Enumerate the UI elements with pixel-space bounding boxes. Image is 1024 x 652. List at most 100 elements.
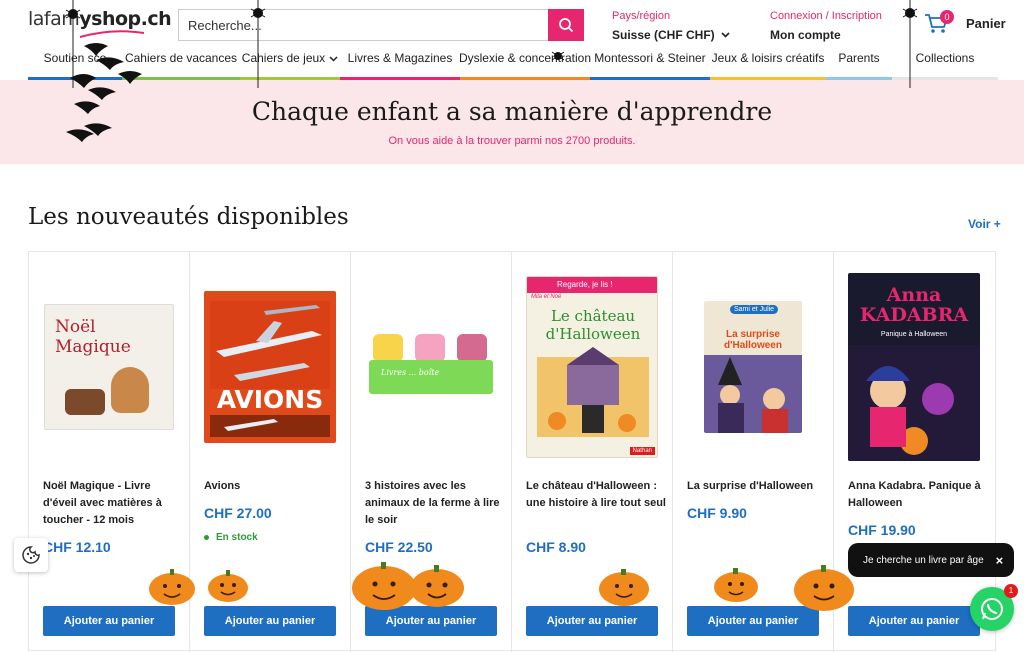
section-title: Les nouveautés disponibles [28, 204, 349, 230]
product-price: CHF 9.90 [687, 505, 747, 521]
gingerbread-shape [111, 367, 149, 413]
nav-label: Dyslexie & concentration [458, 51, 592, 65]
stock-status: En stock [204, 532, 258, 543]
cow-shape [457, 334, 487, 362]
nav-item-soutien[interactable]: Soutien sco [28, 48, 122, 80]
product-image[interactable]: Noël Magique [43, 272, 175, 462]
nav-item-cahiers-vacances[interactable]: Cahiers de vacances [122, 48, 240, 80]
stock-label: En stock [216, 532, 258, 543]
product-price: CHF 27.00 [204, 505, 272, 521]
add-to-cart-button[interactable]: Ajouter au panier [848, 606, 980, 636]
book-cover: Noël Magique [44, 304, 174, 430]
country-label: Pays/région [612, 10, 671, 22]
cookie-settings-button[interactable] [14, 538, 48, 572]
airplanes-illustration [210, 301, 330, 437]
login-link[interactable]: Connexion / Inscription [770, 10, 882, 22]
whatsapp-badge: 1 [1004, 584, 1018, 598]
header: lafamyshop.ch Pays/région Suisse (CHF CH… [0, 0, 1024, 80]
product-title[interactable]: La surprise d'Halloween [687, 478, 827, 495]
cover-top-band: Regarde, je lis ! [527, 277, 657, 293]
nav-item-cahiers-jeux[interactable]: Cahiers de jeux [240, 48, 340, 80]
book-cover: Sami et Julie La surprise d'Halloween [704, 301, 802, 433]
product-title[interactable]: Avions [204, 478, 344, 495]
anna-kadabra-illustration [848, 345, 980, 461]
nav-label: Cahiers de vacances [124, 51, 238, 65]
add-to-cart-button[interactable]: Ajouter au panier [204, 606, 336, 636]
product-image[interactable]: Sami et Julie La surprise d'Halloween [687, 272, 819, 462]
product-title[interactable]: 3 histoires avec les animaux de la ferme… [365, 478, 505, 529]
add-to-cart-button[interactable]: Ajouter au panier [43, 606, 175, 636]
add-to-cart-button[interactable]: Ajouter au panier [526, 606, 658, 636]
add-to-cart-button[interactable]: Ajouter au panier [687, 606, 819, 636]
product-card[interactable]: Anna KADABRA Panique à Halloween Anna Ka… [834, 252, 995, 652]
product-price: CHF 12.10 [43, 539, 111, 555]
witch-illustration [704, 355, 802, 433]
search-input[interactable] [179, 10, 549, 40]
chevron-down-icon [329, 56, 338, 62]
pig-shape [415, 334, 445, 362]
chick-shape [373, 334, 403, 362]
see-more-link[interactable]: Voir + [968, 217, 1001, 231]
cover-title: Anna KADABRA [859, 284, 969, 326]
nav-item-jeux[interactable]: Jeux & loisirs créatifs [710, 48, 826, 80]
logo-swoosh-icon [79, 30, 145, 38]
cover-subtitle: Panique à Halloween [880, 331, 948, 338]
product-card[interactable]: Livres ... boîte 3 histoires avec les an… [351, 252, 512, 652]
book-cover: Regarde, je lis ! Mila et Noé Le château… [526, 276, 658, 458]
gift-shape [65, 389, 105, 415]
nav-item-parents[interactable]: Parents [826, 48, 892, 80]
cover-title: La surprise d'Halloween [724, 329, 782, 351]
cover-title: Livres ... boîte [381, 368, 440, 377]
product-title[interactable]: Noël Magique - Livre d'éveil avec matièr… [43, 478, 183, 529]
add-to-cart-button[interactable]: Ajouter au panier [365, 606, 497, 636]
product-card[interactable]: Noël Magique Noël Magique - Livre d'évei… [29, 252, 190, 652]
chat-prompt-text: Je cherche un livre par âge [863, 554, 984, 566]
nav-label: Montessori & Steiner [594, 51, 706, 65]
box-shape [369, 360, 493, 394]
cover-title: AVIONS [216, 385, 324, 414]
cover-brand: Mila et Noé [531, 294, 562, 300]
cart-button[interactable]: 0 Panier [924, 10, 1006, 34]
account-value: Mon compte [770, 28, 841, 42]
cart-count-badge: 0 [940, 10, 954, 24]
nav-item-montessori[interactable]: Montessori & Steiner [590, 48, 710, 80]
close-icon[interactable]: × [996, 553, 1004, 568]
product-image[interactable]: Anna KADABRA Panique à Halloween [848, 272, 980, 462]
site-logo[interactable]: lafamyshop.ch [28, 8, 172, 30]
country-value: Suisse (CHF CHF) [612, 28, 715, 42]
nav-label: Cahiers de jeux [241, 51, 326, 65]
product-image[interactable]: Regarde, je lis ! Mila et Noé Le château… [526, 272, 658, 462]
nav-item-dyslexie[interactable]: Dyslexie & concentration [458, 48, 592, 80]
castle-illustration [537, 347, 649, 437]
nav-item-collections[interactable]: Collections [892, 48, 998, 80]
product-title[interactable]: Le château d'Halloween : une histoire à … [526, 478, 666, 512]
nav-label: Livres & Magazines [347, 51, 453, 65]
hero-title: Chaque enfant a sa manière d'apprendre [251, 97, 773, 126]
account-link[interactable]: Connexion / Inscription Mon compte [770, 10, 882, 42]
hero-banner: Chaque enfant a sa manière d'apprendre O… [0, 80, 1024, 164]
nav-item-livres[interactable]: Livres & Magazines [340, 48, 460, 80]
product-grid: Noël Magique Noël Magique - Livre d'évei… [28, 251, 996, 652]
search-button[interactable] [548, 9, 584, 41]
country-selector[interactable]: Pays/région Suisse (CHF CHF) [612, 10, 730, 42]
product-price: CHF 22.50 [365, 539, 433, 555]
book-cover: Anna KADABRA Panique à Halloween [848, 273, 980, 461]
product-image[interactable]: AVIONS [204, 272, 336, 462]
product-image[interactable]: Livres ... boîte [365, 272, 497, 462]
product-title[interactable]: Anna Kadabra. Panique à Halloween [848, 478, 988, 512]
cover-brand: Sami et Julie [730, 305, 779, 314]
nav-label: Jeux & loisirs créatifs [711, 51, 825, 65]
product-card[interactable]: AVIONS Avions CHF 27.00 En stock Ajouter… [190, 252, 351, 652]
product-price: CHF 8.90 [526, 539, 586, 555]
product-card[interactable]: Regarde, je lis ! Mila et Noé Le château… [512, 252, 673, 652]
cart-label: Panier [966, 15, 1006, 31]
main-nav: Soutien sco Cahiers de vacances Cahiers … [28, 48, 998, 80]
chevron-down-icon [721, 32, 730, 38]
logo-text-2: yshop.ch [79, 8, 172, 30]
whatsapp-icon [981, 598, 1003, 620]
nav-label: Soutien sco [43, 51, 107, 65]
cover-title: Noël Magique [55, 317, 131, 357]
product-card[interactable]: Sami et Julie La surprise d'Halloween La… [673, 252, 834, 652]
chat-prompt[interactable]: Je cherche un livre par âge × [848, 543, 1014, 577]
stock-dot-icon [204, 535, 209, 540]
